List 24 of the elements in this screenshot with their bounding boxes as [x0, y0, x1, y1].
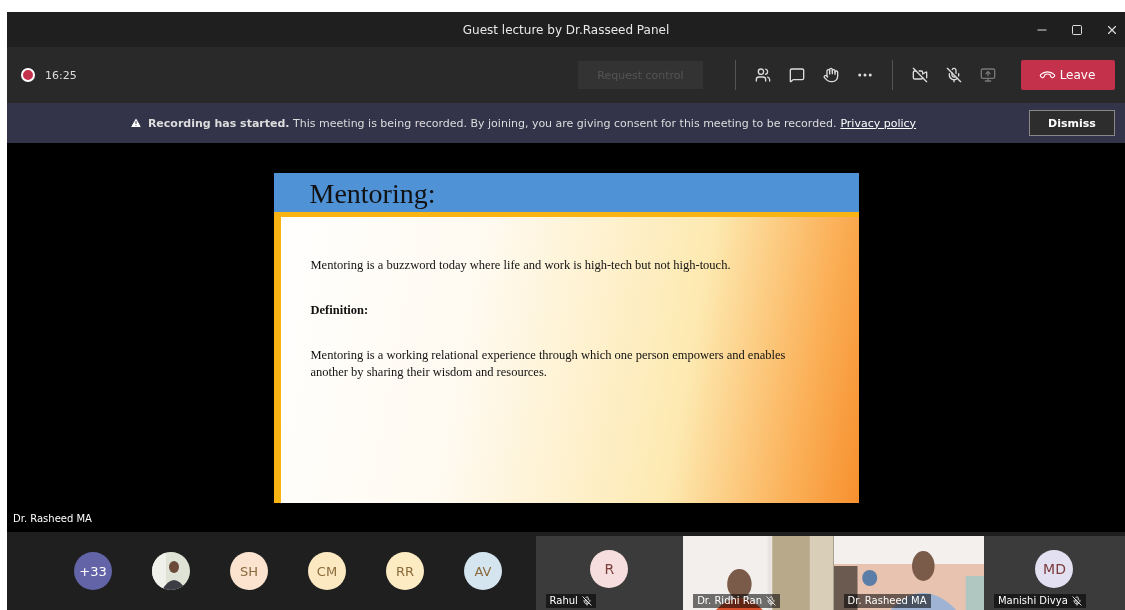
slide-paragraph: Mentoring is a working relational experience through which one person empowers and enables another by sharing their wisdom and resources.: [310, 347, 787, 381]
slide-paragraph: Mentoring is a buzzword today where life and work is high-tech but not high-touch.: [310, 257, 732, 274]
window-title: Guest lecture by Dr.Rasseed Panel: [462, 22, 670, 37]
privacy-policy-link[interactable]: Privacy policy: [840, 116, 917, 130]
participant-name: Dr. Rasheed MA: [847, 595, 927, 607]
participant-name: Manishi Divya: [998, 595, 1068, 607]
participant-avatar[interactable]: CM: [308, 552, 346, 590]
more-participants-badge[interactable]: +33: [74, 552, 112, 590]
slide-title: Mentoring:: [309, 177, 436, 211]
participant-name: Rahul: [549, 595, 578, 607]
slide-heading: Definition:: [310, 302, 370, 319]
participant-avatar[interactable]: SH: [230, 552, 268, 590]
participant-avatar: R: [590, 550, 629, 588]
participant-avatar[interactable]: RR: [386, 552, 424, 590]
participant-avatar[interactable]: [152, 552, 190, 590]
meeting-time: 16:25: [45, 68, 77, 82]
participant-avatar[interactable]: AV: [464, 552, 502, 590]
maximize-icon[interactable]: [1071, 23, 1083, 36]
participant-avatar: MD: [1035, 550, 1074, 588]
warning-icon: [129, 116, 142, 129]
dismiss-button[interactable]: Dismiss: [1029, 110, 1115, 136]
presenter-name: Dr. Rasheed MA: [13, 513, 92, 524]
recording-notice: Recording has started. This meeting is being recorded. By joining, you are giving consent for this meeting to be recorded. Privacy policy: [17, 116, 1029, 130]
leave-button[interactable]: Leave: [1021, 60, 1115, 90]
